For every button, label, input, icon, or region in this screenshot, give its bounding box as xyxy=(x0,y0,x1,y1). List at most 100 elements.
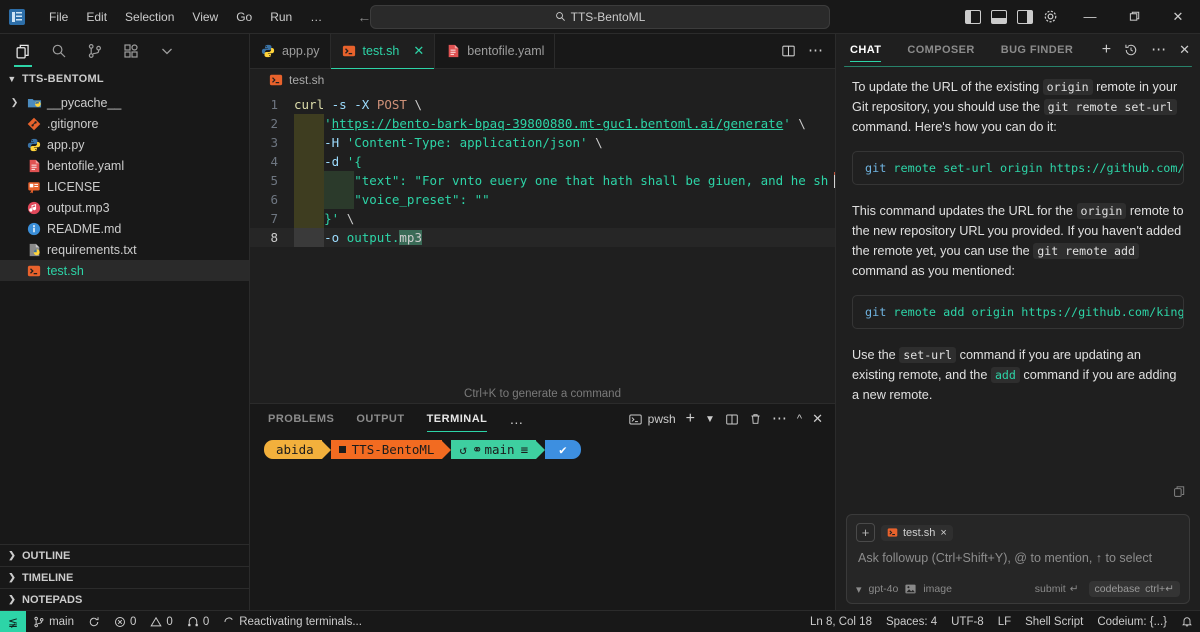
sidebar-section-notepads[interactable]: ❯ NOTEPADS xyxy=(0,588,249,610)
status-item-ports[interactable]: 0 xyxy=(180,611,216,632)
status-item-bell[interactable] xyxy=(1174,611,1200,632)
history-icon[interactable] xyxy=(1124,43,1138,57)
chat-input-box[interactable]: + test.sh × Ask followup (Ctrl+Shift+Y),… xyxy=(846,514,1190,604)
extensions-icon[interactable] xyxy=(114,35,148,67)
panel-tab-problems[interactable]: PROBLEMS xyxy=(268,404,334,434)
menu-item-view[interactable]: View xyxy=(183,6,227,28)
context-chip-test-sh[interactable]: test.sh × xyxy=(881,524,953,541)
editor-tab-test-sh[interactable]: test.sh ✕ xyxy=(330,34,436,69)
code-line: 7 }' \ xyxy=(250,209,835,228)
panel-tab-output[interactable]: OUTPUT xyxy=(356,404,404,434)
chat-message-paragraph: Use the set-url command if you are updat… xyxy=(852,345,1184,405)
explorer-icon[interactable] xyxy=(6,35,40,67)
status-item-shell-script[interactable]: Shell Script xyxy=(1018,611,1090,632)
file-tree-item[interactable]: bentofile.yaml xyxy=(0,155,249,176)
kill-terminal-icon[interactable] xyxy=(749,412,762,426)
minimize-button[interactable]: — xyxy=(1068,0,1112,34)
chat-tab-composer[interactable]: COMPOSER xyxy=(907,34,974,66)
menu-item-selection[interactable]: Selection xyxy=(116,6,183,28)
model-selector-label[interactable]: gpt-4o xyxy=(869,583,899,595)
menu-item-file[interactable]: File xyxy=(40,6,77,28)
chevron-right-icon: ❯ xyxy=(8,594,16,604)
terminal-shell-selector[interactable]: pwsh xyxy=(628,412,676,426)
code-token: mp3 xyxy=(399,230,422,245)
more-actions-icon[interactable]: ⋯ xyxy=(808,43,823,58)
close-button[interactable]: ✕ xyxy=(1156,0,1200,34)
file-tree-item[interactable]: app.py xyxy=(0,134,249,155)
menu-item-[interactable]: … xyxy=(301,6,331,28)
codebase-button[interactable]: codebase ctrl+↵ xyxy=(1088,581,1180,597)
sidebar-section-timeline[interactable]: ❯ TIMELINE xyxy=(0,566,249,588)
status-item-ln-8-col-18[interactable]: Ln 8, Col 18 xyxy=(803,611,879,632)
split-editor-icon[interactable] xyxy=(781,44,796,58)
file-tree-item[interactable]: requirements.txt xyxy=(0,239,249,260)
file-tree-item[interactable]: .gitignore xyxy=(0,113,249,134)
breadcrumb[interactable]: test.sh xyxy=(250,69,835,91)
new-chat-icon[interactable]: + xyxy=(1102,41,1111,59)
search-icon[interactable] xyxy=(42,35,76,67)
image-icon[interactable] xyxy=(905,584,916,594)
file-tree-item[interactable]: test.sh xyxy=(0,260,249,281)
status-item-sync[interactable] xyxy=(81,611,107,632)
status-item-utf-8[interactable]: UTF-8 xyxy=(944,611,991,632)
file-tree-item[interactable]: LICENSE xyxy=(0,176,249,197)
image-attach-label[interactable]: image xyxy=(923,583,952,595)
code-token: \ xyxy=(798,116,806,131)
file-tree-item[interactable]: output.mp3 xyxy=(0,197,249,218)
menu-item-run[interactable]: Run xyxy=(261,6,301,28)
toggle-panel-icon[interactable] xyxy=(991,9,1007,24)
remote-window-icon[interactable]: ≨ xyxy=(0,610,27,632)
toggle-primary-sidebar-icon[interactable] xyxy=(965,9,981,24)
code-editor[interactable]: 1 curl -s -X POST \ 2 'https://bento-bark-… xyxy=(250,91,835,403)
more-actions-icon[interactable]: ⋯ xyxy=(772,411,787,426)
source-control-icon[interactable] xyxy=(78,35,112,67)
add-context-button[interactable]: + xyxy=(856,523,875,542)
panel-more-icon[interactable]: … xyxy=(509,411,523,427)
panel-tab-terminal[interactable]: TERMINAL xyxy=(426,404,488,434)
close-panel-icon[interactable]: ✕ xyxy=(812,411,823,427)
editor-tab-bentofile-yaml[interactable]: bentofile.yaml xyxy=(435,34,556,68)
status-item-lf[interactable]: LF xyxy=(991,611,1018,632)
close-icon[interactable]: ✕ xyxy=(413,43,424,59)
file-tree-item[interactable]: ❯ __pycache__ xyxy=(0,92,249,113)
maximize-panel-icon[interactable]: ^ xyxy=(797,413,802,425)
shell-icon xyxy=(26,263,42,279)
more-actions-icon[interactable]: ⋯ xyxy=(1151,42,1166,57)
chat-tab-chat[interactable]: CHAT xyxy=(850,34,882,66)
menu-item-go[interactable]: Go xyxy=(227,6,261,28)
maximize-button[interactable] xyxy=(1112,0,1156,34)
split-terminal-icon[interactable] xyxy=(725,413,739,426)
editor-tab-app-py[interactable]: app.py xyxy=(250,34,331,68)
status-item-warning[interactable]: 0 xyxy=(143,611,179,632)
toggle-secondary-sidebar-icon[interactable] xyxy=(1017,9,1033,24)
chat-code-block[interactable]: git remote add origin https://github.com… xyxy=(852,295,1184,329)
command-center-search[interactable]: TTS-BentoML xyxy=(370,4,830,29)
settings-gear-icon[interactable] xyxy=(1043,9,1058,24)
close-icon[interactable]: ✕ xyxy=(1179,42,1190,58)
status-item-loading[interactable]: Reactivating terminals... xyxy=(216,611,369,632)
chevron-down-icon[interactable]: ▼ xyxy=(705,414,715,425)
menu-item-edit[interactable]: Edit xyxy=(77,6,116,28)
context-chip-close-icon[interactable]: × xyxy=(940,527,946,539)
editor-tab-actions: ⋯ xyxy=(769,34,835,68)
chevron-down-icon[interactable] xyxy=(150,35,184,67)
line-number: 8 xyxy=(270,230,278,245)
model-chevron-icon[interactable]: ▾ xyxy=(856,583,862,596)
submit-button[interactable]: submit ↵ xyxy=(1035,583,1079,595)
chevron-right-icon[interactable]: ❯ xyxy=(8,97,21,108)
status-item-codeium[interactable]: Codeium: {...} xyxy=(1090,611,1174,632)
terminal-output[interactable]: abida TTS-BentoML ↺ ⚭ main ≡ ✔ xyxy=(250,434,835,610)
chat-code-block[interactable]: git remote set-url origin https://github… xyxy=(852,151,1184,185)
new-terminal-icon[interactable]: + xyxy=(686,410,695,428)
status-item-error[interactable]: 0 xyxy=(107,611,143,632)
status-item-spaces-4[interactable]: Spaces: 4 xyxy=(879,611,944,632)
sidebar-section-outline[interactable]: ❯ OUTLINE xyxy=(0,544,249,566)
copy-icon[interactable] xyxy=(1173,485,1186,498)
chat-tab-bug-finder[interactable]: BUG FINDER xyxy=(1001,34,1073,66)
chat-input-placeholder[interactable]: Ask followup (Ctrl+Shift+Y), @ to mentio… xyxy=(856,549,1180,581)
editor-tabs: app.py test.sh ✕ bentofile.yaml ⋯ xyxy=(250,34,835,69)
explorer-root-header[interactable]: ▼ TTS-BENTOML xyxy=(0,68,249,90)
status-item-source-control[interactable]: main xyxy=(26,611,81,632)
file-tree-item[interactable]: README.md xyxy=(0,218,249,239)
code-line: 6 "voice_preset": "" xyxy=(250,190,835,209)
